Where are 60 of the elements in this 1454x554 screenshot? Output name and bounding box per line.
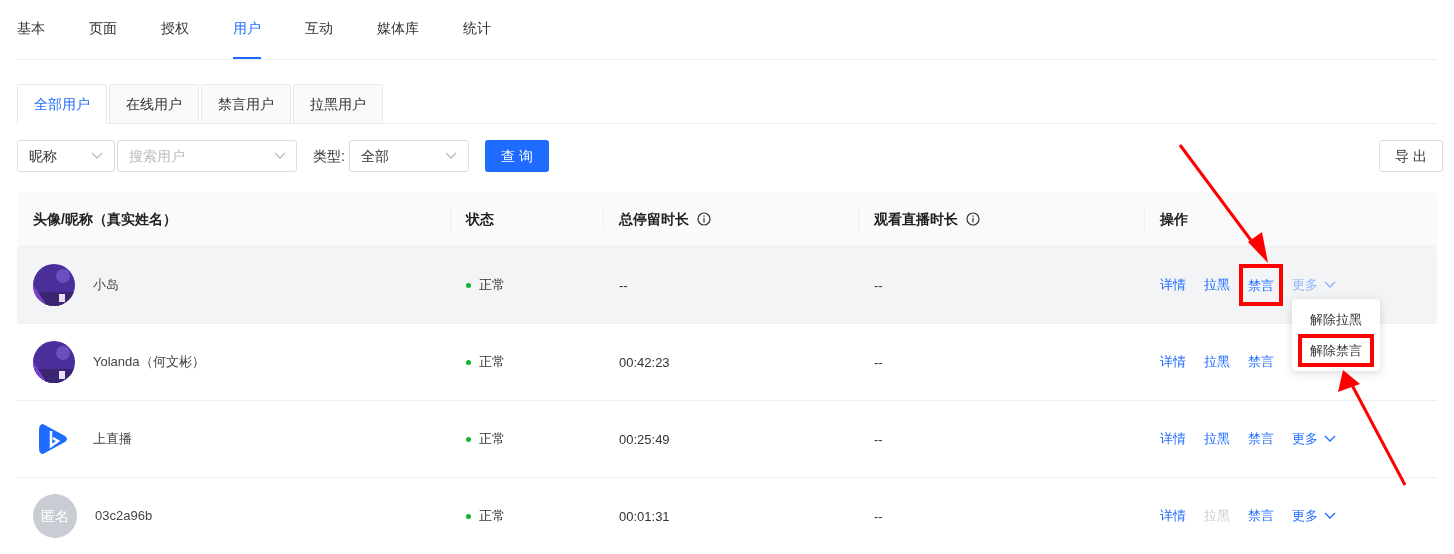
column-header: 状态 [466, 209, 494, 229]
export-button[interactable]: 导 出 [1379, 140, 1443, 172]
nav-tab[interactable]: 互动 [305, 0, 333, 59]
menu-item[interactable]: 解除拉黑 [1310, 313, 1362, 327]
user-name: Yolanda（何文彬） [93, 353, 205, 372]
chevron-down-icon [91, 152, 103, 160]
action-link[interactable]: 禁言 [1248, 278, 1274, 293]
sub-tab[interactable]: 全部用户 [17, 84, 107, 124]
action-link[interactable]: 详情 [1160, 429, 1186, 449]
status-text: 正常 [479, 507, 505, 526]
table-cell: -- [874, 278, 883, 293]
table-cell: 00:42:23 [619, 355, 670, 370]
menu-item[interactable]: 解除禁言 [1310, 344, 1362, 358]
sub-tab[interactable]: 拉黑用户 [293, 84, 383, 124]
user-name: 03c2a96b [95, 507, 153, 526]
status-text: 正常 [479, 353, 505, 372]
table-cell: -- [874, 432, 883, 447]
action-link[interactable]: 拉黑 [1204, 275, 1230, 295]
table-cell: -- [619, 278, 628, 293]
type-label: 类型: [313, 146, 345, 166]
table-cell: -- [874, 509, 883, 524]
table-cell: -- [874, 355, 883, 370]
user-name: 上直播 [93, 430, 132, 449]
column-header: 观看直播时长 [874, 209, 958, 229]
action-link[interactable]: 详情 [1160, 352, 1186, 372]
nav-tab[interactable]: 媒体库 [377, 0, 419, 59]
type-select[interactable]: 全部 [348, 140, 469, 172]
sub-tab[interactable]: 禁言用户 [201, 84, 291, 124]
nav-tab[interactable]: 统计 [463, 0, 491, 59]
action-link[interactable]: 禁言 [1248, 506, 1274, 526]
nav-tab[interactable]: 基本 [17, 0, 45, 59]
action-link[interactable]: 拉黑 [1204, 429, 1230, 449]
more-dropdown[interactable]: 更多 [1292, 506, 1336, 526]
action-link[interactable]: 禁言 [1248, 352, 1274, 372]
table-cell: 00:01:31 [619, 509, 670, 524]
nav-tab[interactable]: 授权 [161, 0, 189, 59]
nav-tab[interactable]: 用户 [233, 0, 261, 59]
status-text: 正常 [479, 276, 505, 295]
chevron-down-icon [444, 152, 457, 160]
highlight-frame [1239, 264, 1283, 306]
action-link[interactable]: 详情 [1160, 275, 1186, 295]
chevron-down-icon [1324, 512, 1336, 520]
table-cell: 00:25:49 [619, 432, 670, 447]
column-header: 操作 [1160, 209, 1188, 229]
chevron-down-icon [1324, 281, 1336, 289]
more-dropdown[interactable]: 更多 [1292, 429, 1336, 449]
column-header: 总停留时长 [619, 209, 689, 229]
nav-tab[interactable]: 页面 [89, 0, 117, 59]
action-link[interactable]: 详情 [1160, 506, 1186, 526]
chevron-down-icon [1324, 435, 1336, 443]
column-header: 头像/昵称（真实姓名） [33, 209, 177, 229]
user-name: 小岛 [93, 276, 119, 295]
query-button[interactable]: 查 询 [484, 140, 549, 172]
status-text: 正常 [479, 430, 505, 449]
search-field[interactable]: 搜索用户 [117, 140, 297, 172]
field-select[interactable]: 昵称 [17, 140, 115, 172]
sub-tab[interactable]: 在线用户 [109, 84, 199, 124]
action-link[interactable]: 拉黑 [1204, 352, 1230, 372]
action-link[interactable]: 禁言 [1248, 429, 1274, 449]
chevron-down-icon [274, 152, 286, 160]
